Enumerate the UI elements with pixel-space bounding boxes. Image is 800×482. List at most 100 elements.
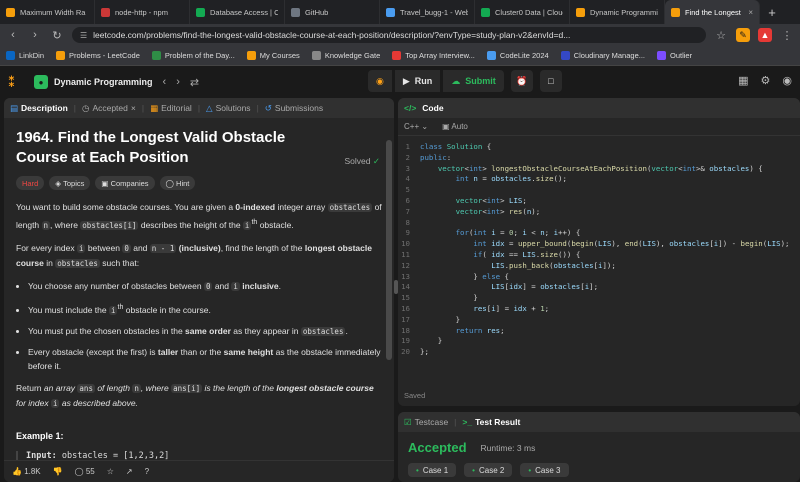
run-button[interactable]: ▶ Run bbox=[394, 70, 441, 92]
code-panel: </> Code C++ ⌄ ▣ Auto 1 class Solution { … bbox=[398, 98, 800, 406]
browser-tab[interactable]: node-http - npm bbox=[95, 0, 190, 24]
tab-test-result[interactable]: >_ Test Result bbox=[462, 417, 520, 427]
book-icon: ▦ bbox=[150, 102, 159, 113]
topics-chip[interactable]: ◈ Topics bbox=[49, 176, 91, 190]
bookmark-item[interactable]: My Courses bbox=[246, 51, 300, 60]
autocomplete-toggle[interactable]: ▣ Auto bbox=[442, 122, 468, 131]
example-title: Example 1: bbox=[16, 430, 64, 441]
case-tab-2[interactable]: • Case 2 bbox=[464, 463, 513, 477]
problem-description: You want to build some obstacle courses.… bbox=[16, 200, 382, 411]
tab-favicon-icon bbox=[101, 7, 110, 17]
help-icon[interactable]: ? bbox=[145, 467, 149, 476]
bookmark-item[interactable]: Problems - LeetCode bbox=[56, 51, 140, 60]
tab-submissions[interactable]: ↺ Submissions bbox=[265, 103, 323, 114]
list-item: You choose any number of obstacles betwe… bbox=[28, 279, 382, 294]
bookmark-label: My Courses bbox=[259, 51, 300, 60]
bookmark-favicon-icon bbox=[560, 51, 570, 60]
list-item: You must put the chosen obstacles in the… bbox=[28, 324, 382, 339]
tab-solutions[interactable]: △ Solutions bbox=[206, 103, 251, 114]
reload-icon[interactable]: ↻ bbox=[50, 29, 64, 42]
tab-testcase[interactable]: ☑ Testcase bbox=[404, 417, 448, 428]
browser-tab[interactable]: Maximum Width Ra bbox=[0, 0, 95, 24]
bookmark-item[interactable]: Outlier bbox=[657, 51, 692, 60]
study-plan[interactable]: ● Dynamic Programming bbox=[34, 75, 153, 89]
paragraph-task: For every index i between 0 and n - 1 (i… bbox=[16, 242, 372, 268]
tab-favicon-icon bbox=[291, 7, 300, 17]
result-summary: Accepted Runtime: 3 ms bbox=[398, 432, 800, 463]
browser-tab[interactable]: GitHub bbox=[285, 0, 380, 24]
bookmark-item[interactable]: Problem of the Day... bbox=[151, 51, 235, 60]
tab-title: Cluster0 Data | Cloud bbox=[495, 7, 563, 17]
star-icon[interactable]: ☆ bbox=[714, 29, 728, 42]
comments-button[interactable]: ◯ 55 bbox=[75, 467, 95, 476]
shuffle-icon[interactable]: ⇄ bbox=[190, 76, 199, 89]
bookmark-item[interactable]: Cloudinary Manage... bbox=[560, 51, 645, 60]
bug-icon: ◉ bbox=[376, 75, 384, 86]
language-select[interactable]: C++ ⌄ bbox=[404, 122, 428, 131]
bookmark-item[interactable]: Knowledge Gate bbox=[311, 51, 380, 60]
bookmark-label: CodeLite 2024 bbox=[499, 51, 549, 60]
terminal-icon: >_ bbox=[462, 417, 473, 427]
bookmark-item[interactable]: LinkDin bbox=[6, 51, 44, 60]
bookmark-item[interactable]: CodeLite 2024 bbox=[486, 51, 549, 60]
bookmark-label: Problem of the Day... bbox=[164, 51, 235, 60]
test-tabs: ☑ Testcase | >_ Test Result bbox=[398, 412, 800, 432]
browser-tab[interactable]: Dynamic Programmi bbox=[570, 0, 665, 24]
header-right: ▦ ⚙ ◉ bbox=[738, 74, 792, 87]
browser-tab-bar: Maximum Width Ra node-http - npm Database … bbox=[0, 0, 800, 24]
result-status: Accepted bbox=[408, 440, 467, 455]
save-status: Saved bbox=[404, 391, 426, 400]
dislike-icon[interactable]: 👎 bbox=[53, 467, 63, 476]
forward-icon[interactable]: › bbox=[28, 29, 42, 41]
extension-badge-icon[interactable]: ▲ bbox=[758, 28, 772, 42]
browser-tab[interactable]: Cluster0 Data | Cloud bbox=[475, 0, 570, 24]
new-tab-button[interactable]: + bbox=[760, 0, 784, 24]
prev-problem-icon[interactable]: ‹ bbox=[163, 76, 167, 88]
avatar[interactable]: ◉ bbox=[782, 74, 792, 87]
leetcode-logo-icon[interactable]: ⁑ bbox=[8, 74, 22, 90]
extension-icon[interactable]: ✎ bbox=[736, 28, 750, 42]
tab-title: GitHub bbox=[305, 7, 329, 17]
case-tab-3[interactable]: • Case 3 bbox=[520, 463, 569, 477]
hint-chip[interactable]: ◯ Hint bbox=[159, 176, 196, 190]
tab-editorial[interactable]: ▦ Editorial bbox=[150, 103, 192, 114]
layout-icon[interactable]: ▦ bbox=[738, 74, 748, 87]
debug-button[interactable]: ◉ bbox=[368, 70, 392, 92]
submit-button[interactable]: ☁ Submit bbox=[443, 70, 504, 92]
tab-description[interactable]: ▤ Description bbox=[10, 103, 68, 114]
timer-button[interactable]: ⏰ bbox=[510, 70, 533, 92]
menu-icon[interactable]: ⋮ bbox=[780, 29, 794, 42]
tab-accepted[interactable]: ◷ Accepted × bbox=[82, 103, 136, 114]
close-tab-icon[interactable]: × bbox=[748, 8, 753, 17]
code-editor[interactable]: 1 class Solution { 2 public: 3 vector<int>… bbox=[398, 136, 800, 358]
site-info-icon[interactable]: ☰ bbox=[80, 31, 87, 40]
settings-icon[interactable]: ⚙ bbox=[761, 74, 771, 87]
browser-tab[interactable]: Travel_bugg-1 - Web bbox=[380, 0, 475, 24]
description-scrollbar[interactable] bbox=[386, 140, 392, 360]
next-problem-icon[interactable]: › bbox=[176, 76, 180, 88]
document-icon: ▤ bbox=[10, 102, 19, 113]
plan-title: Dynamic Programming bbox=[54, 77, 153, 87]
tab-favicon-icon bbox=[671, 7, 680, 17]
notes-button[interactable]: □ bbox=[539, 70, 562, 92]
share-icon[interactable]: ↗ bbox=[126, 467, 133, 476]
bookmark-item[interactable]: Top Array Interview... bbox=[392, 51, 475, 60]
back-icon[interactable]: ‹ bbox=[6, 29, 20, 41]
problem-title[interactable]: 1964. Find the Longest Valid Obstacle Co… bbox=[16, 128, 326, 168]
companies-chip[interactable]: ▣ Companies bbox=[95, 176, 155, 190]
solved-badge: Solved ✓ bbox=[344, 156, 381, 166]
like-button[interactable]: 👍 1.8K bbox=[12, 467, 41, 476]
run-controls: ◉ ▶ Run ☁ Submit ⏰ □ bbox=[368, 70, 562, 92]
url-field[interactable]: ☰ leetcode.com/problems/find-the-longest… bbox=[72, 27, 706, 43]
flask-icon: △ bbox=[206, 102, 213, 113]
favorite-icon[interactable]: ☆ bbox=[107, 467, 114, 476]
close-icon[interactable]: × bbox=[131, 103, 136, 113]
browser-tab[interactable]: Find the Longest × bbox=[665, 0, 760, 24]
bulb-icon: ◯ bbox=[165, 178, 174, 188]
conditions-list: You choose any number of obstacles betwe… bbox=[28, 279, 382, 373]
tab-favicon-icon bbox=[386, 7, 395, 17]
code-title: Code bbox=[422, 103, 444, 113]
case-tab-1[interactable]: • Case 1 bbox=[408, 463, 457, 477]
bookmark-label: Problems - LeetCode bbox=[69, 51, 140, 60]
browser-tab[interactable]: Database Access | Cl bbox=[190, 0, 285, 24]
